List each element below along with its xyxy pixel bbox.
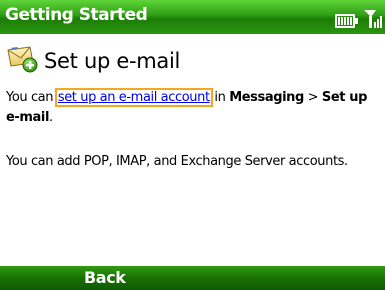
title-bar: Getting Started <box>0 0 385 34</box>
battery-icon <box>335 14 359 28</box>
signal-icon <box>363 8 383 28</box>
status-area <box>335 8 383 28</box>
softkey-bar: Back <box>0 266 385 290</box>
setup-email-account-link[interactable]: set up an e-mail account <box>54 88 213 107</box>
intro-end: . <box>49 110 53 125</box>
messaging-label: Messaging <box>229 90 304 105</box>
intro-text: You can <box>6 90 57 105</box>
back-softkey[interactable]: Back <box>84 268 126 287</box>
intro-paragraph: You can set up an e-mail account in Mess… <box>6 88 380 128</box>
path-separator: > <box>303 90 322 105</box>
window-title: Getting Started <box>5 5 148 25</box>
heading-row: Set up e-mail <box>6 42 180 76</box>
intro-text-in: in <box>210 90 230 105</box>
email-setup-icon <box>6 44 40 74</box>
content-area: Set up e-mail You can set up an e-mail a… <box>0 34 385 266</box>
page-title: Set up e-mail <box>44 49 181 73</box>
accounts-paragraph: You can add POP, IMAP, and Exchange Serv… <box>6 154 348 169</box>
